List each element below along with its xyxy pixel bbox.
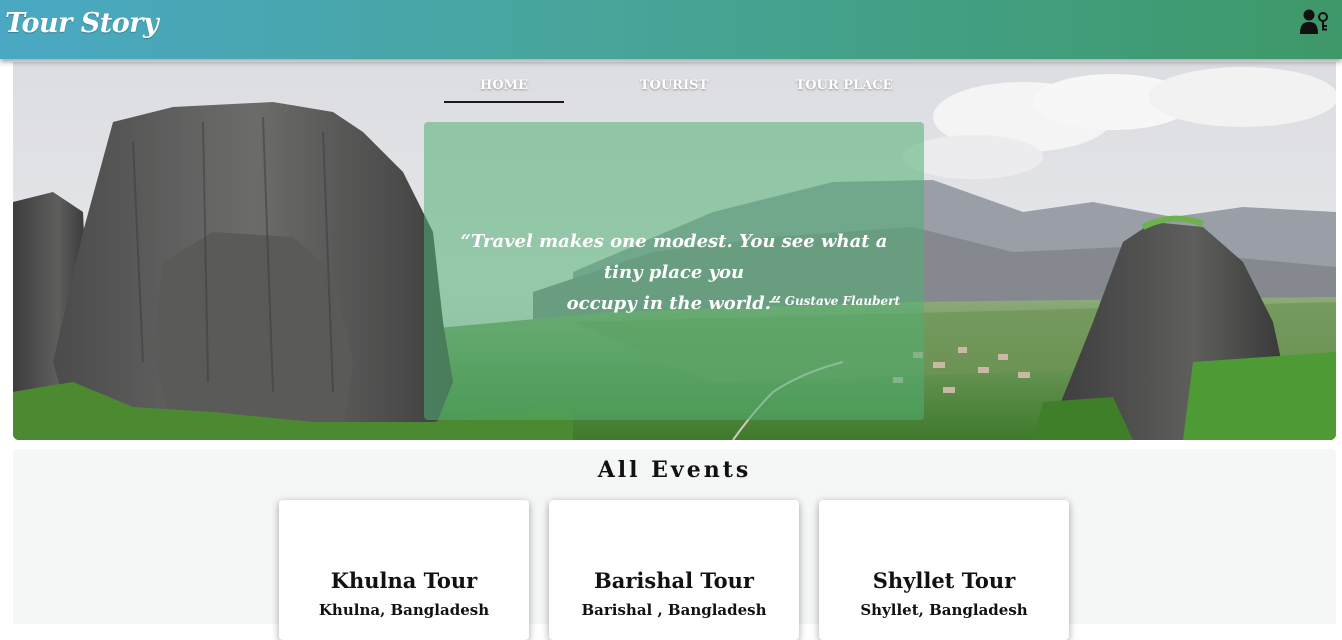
event-card-location: Khulna, Bangladesh [318,601,490,619]
active-tab-indicator [444,101,564,103]
tab-tour-place[interactable]: TOUR PLACE [769,78,919,93]
tab-tourist-label: TOURIST [639,78,709,93]
quote-author: — Gustave Flaubert [768,294,900,308]
event-card-title: Shyllet Tour [872,568,1016,593]
brand-logo[interactable]: Tour Story [5,8,159,39]
event-card-title: Khulna Tour [330,568,478,593]
event-card-shyllet[interactable]: Shyllet Tour Shyllet, Bangladesh [819,500,1069,640]
user-key-icon[interactable] [1299,8,1329,36]
hero-banner: HOME TOURIST TOUR PLACE “Travel makes on… [13,62,1336,440]
events-title: All Events [597,457,752,483]
top-header: Tour Story [0,0,1342,59]
event-card-khulna[interactable]: Khulna Tour Khulna, Bangladesh [279,500,529,640]
event-card-barishal[interactable]: Barishal Tour Barishal , Bangladesh [549,500,799,640]
event-card-location: Barishal , Bangladesh [581,601,767,619]
quote-line-2: occupy in the world.” [566,293,782,314]
tab-tourist[interactable]: TOURIST [599,78,749,93]
tab-tour-place-label: TOUR PLACE [795,78,893,93]
event-card-title: Barishal Tour [594,568,754,593]
tab-home-label: HOME [480,78,528,93]
quote-box: “Travel makes one modest. You see what a… [424,122,924,420]
tab-home[interactable]: HOME [429,78,579,103]
events-section: All Events Khulna Tour Khulna, Banglades… [13,449,1336,640]
event-card-location: Shyllet, Bangladesh [860,601,1028,619]
quote-line-1: “Travel makes one modest. You see what a… [460,231,888,283]
